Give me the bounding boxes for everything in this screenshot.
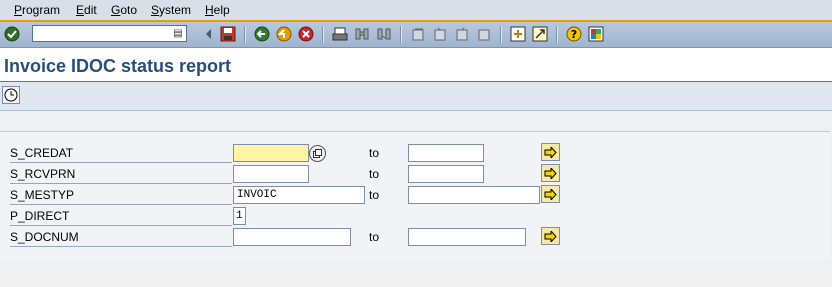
create-session-icon[interactable] <box>510 26 526 42</box>
exit-icon[interactable] <box>276 26 292 42</box>
s-rcvprn-label: S_RCVPRN <box>10 165 232 184</box>
arrow-right-icon <box>544 188 557 200</box>
create-shortcut-icon[interactable] <box>532 26 548 42</box>
save-icon[interactable] <box>220 26 236 42</box>
help-icon[interactable]: ? <box>566 26 582 42</box>
s-credat-to-label: to <box>369 146 380 160</box>
toolbar-separator <box>500 26 502 43</box>
find-next-icon[interactable] <box>376 26 392 42</box>
next-page-icon[interactable] <box>454 26 470 42</box>
last-page-icon[interactable] <box>476 26 492 42</box>
toolbar-separator <box>322 26 324 43</box>
menu-goto-label: oto <box>120 3 138 17</box>
customize-layout-icon[interactable] <box>588 26 604 42</box>
menu-help-accel: H <box>205 3 214 17</box>
s-mestyp-to-input[interactable] <box>408 186 540 204</box>
menu-edit[interactable]: Edit <box>76 3 97 17</box>
s-docnum-to-label: to <box>369 230 380 244</box>
menu-help-label: elp <box>213 3 230 17</box>
menu-system-accel: S <box>151 3 160 17</box>
menu-help[interactable]: Help <box>205 3 230 17</box>
cancel-icon[interactable] <box>298 26 314 42</box>
first-page-icon[interactable] <box>410 26 426 42</box>
menu-program-label: rogram <box>22 3 61 17</box>
execute-clock-icon <box>4 88 18 102</box>
p-direct-input[interactable] <box>233 207 246 225</box>
toolbar-separator <box>244 26 246 43</box>
p-direct-label: P_DIRECT <box>10 207 232 226</box>
s-rcvprn-from-input[interactable] <box>233 165 309 183</box>
command-field[interactable]: ▤ <box>32 25 187 42</box>
application-toolbar <box>0 82 832 111</box>
previous-page-icon[interactable] <box>432 26 448 42</box>
arrow-right-icon <box>544 167 557 179</box>
s-rcvprn-to-input[interactable] <box>408 165 484 183</box>
command-history-icon[interactable]: ▤ <box>172 27 184 40</box>
s-credat-multiple-selection-button[interactable] <box>541 143 560 161</box>
print-icon[interactable] <box>332 26 348 42</box>
arrow-right-icon <box>544 230 557 242</box>
s-docnum-multiple-selection-button[interactable] <box>541 227 560 245</box>
s-mestyp-label: S_MESTYP <box>10 186 232 205</box>
standard-toolbar: ▤ ? <box>0 22 832 48</box>
enter-icon[interactable] <box>4 26 20 42</box>
menu-bar: Program Edit Goto System Help <box>0 0 832 22</box>
s-credat-label: S_CREDAT <box>10 144 232 163</box>
back-icon[interactable] <box>254 26 270 42</box>
s-docnum-to-input[interactable] <box>408 228 526 246</box>
s-docnum-label: S_DOCNUM <box>10 228 232 247</box>
find-icon[interactable] <box>354 26 370 42</box>
menu-system-label: ystem <box>159 3 192 17</box>
execute-button[interactable] <box>2 86 20 104</box>
svg-text:?: ? <box>571 28 577 41</box>
title-bar: Invoice IDOC status report <box>0 48 832 82</box>
menu-system[interactable]: System <box>151 3 191 17</box>
page-title: Invoice IDOC status report <box>4 56 232 76</box>
menu-edit-label: dit <box>84 3 97 17</box>
selection-frame: S_CREDAT to S_RCVPRN to S_MESTYP to P_DI… <box>0 131 830 261</box>
menu-goto-accel: G <box>111 3 121 17</box>
status-area <box>0 261 832 287</box>
s-mestyp-multiple-selection-button[interactable] <box>541 185 560 203</box>
collapse-toolbar-icon[interactable] <box>200 26 216 42</box>
arrow-right-icon <box>544 146 557 158</box>
s-credat-to-input[interactable] <box>408 144 484 162</box>
s-rcvprn-multiple-selection-button[interactable] <box>541 164 560 182</box>
s-mestyp-to-label: to <box>369 188 380 202</box>
menu-goto[interactable]: Goto <box>111 3 137 17</box>
command-input[interactable] <box>33 27 172 41</box>
menu-program[interactable]: Program <box>14 3 60 17</box>
menu-program-accel: P <box>14 3 23 17</box>
menu-edit-accel: E <box>76 3 85 17</box>
toolbar-separator <box>556 26 558 43</box>
possible-values-icon[interactable] <box>309 145 326 162</box>
s-docnum-from-input[interactable] <box>233 228 351 246</box>
s-rcvprn-to-label: to <box>369 167 380 181</box>
toolbar-separator <box>400 26 402 43</box>
s-mestyp-from-input[interactable] <box>233 186 365 204</box>
s-credat-from-input[interactable] <box>233 144 309 162</box>
selection-screen: S_CREDAT to S_RCVPRN to S_MESTYP to P_DI… <box>0 111 832 261</box>
